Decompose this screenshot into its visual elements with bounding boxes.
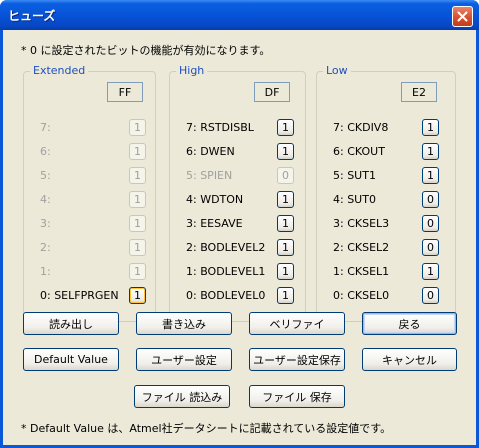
cancel-button[interactable]: キャンセル (362, 348, 457, 371)
fuse-row: 5: 1 (24, 166, 155, 187)
fuse-bit-toggle: 1 (129, 263, 146, 280)
back-button[interactable]: 戻る (362, 312, 457, 335)
fuse-row: 3: EESAVE 1 (170, 214, 305, 235)
file-save-button[interactable]: ファイル 保存 (249, 385, 345, 408)
fuse-bit-label: 6: (40, 145, 51, 158)
user-setting-button[interactable]: ユーザー設定 (136, 348, 232, 371)
fuse-row: 0: CKSEL0 0 (317, 286, 455, 307)
fuse-row: 4: SUT0 0 (317, 190, 455, 211)
fuse-bit-label: 5: SUT1 (333, 169, 376, 182)
fuse-row: 6: 1 (24, 142, 155, 163)
fuse-row: 2: 1 (24, 238, 155, 259)
fuse-bit-toggle[interactable]: 1 (277, 263, 294, 280)
fuse-bit-toggle[interactable]: 1 (422, 263, 439, 280)
close-button[interactable] (452, 6, 473, 27)
fuse-bit-toggle[interactable]: 0 (422, 287, 439, 304)
fuse-bit-label: 1: BODLEVEL1 (186, 265, 266, 278)
file-load-button[interactable]: ファイル 読込み (134, 385, 230, 408)
fuse-row: 3: 1 (24, 214, 155, 235)
fuse-row: 7: CKDIV8 1 (317, 118, 455, 139)
read-button[interactable]: 読み出し (23, 312, 119, 335)
write-button[interactable]: 書き込み (136, 312, 232, 335)
fuse-row: 6: DWEN 1 (170, 142, 305, 163)
fuse-bit-label: 7: (40, 121, 51, 134)
high-group-label: High (176, 64, 208, 77)
fuse-row: 1: CKSEL1 1 (317, 262, 455, 283)
fuse-bit-label: 1: (40, 265, 51, 278)
fuse-bit-label: 4: (40, 193, 51, 206)
fuse-row: 7: 1 (24, 118, 155, 139)
fuse-bit-toggle[interactable]: 1 (422, 119, 439, 136)
low-group: Low E2 7: CKDIV8 1 6: CKOUT 1 5: SUT1 1 4: SUT… (316, 64, 456, 322)
fuse-row: 5: SUT1 1 (317, 166, 455, 187)
fuse-row: 6: CKOUT 1 (317, 142, 455, 163)
fuse-row: 2: BODLEVEL2 1 (170, 238, 305, 259)
fuse-bit-label: 0: CKSEL0 (333, 289, 390, 302)
fuse-bit-label: 7: CKDIV8 (333, 121, 389, 134)
dialog-client-area: * 0 に設定されたビットの機能が有効になります。 Extended FF 7:… (3, 30, 476, 445)
fuse-bit-toggle[interactable]: 0 (422, 239, 439, 256)
fuse-bit-toggle[interactable]: 1 (277, 239, 294, 256)
fuse-bit-label: 4: WDTON (186, 193, 244, 206)
fuse-bit-label: 2: CKSEL2 (333, 241, 390, 254)
fuse-bit-toggle: 0 (277, 167, 294, 184)
bottom-note: * Default Value は、Atmel社データシートに記載されている設定… (21, 422, 392, 435)
fuse-row: 4: 1 (24, 190, 155, 211)
title-bar[interactable]: ヒューズ (0, 0, 479, 30)
fuse-bit-toggle[interactable]: 1 (422, 167, 439, 184)
window-title: ヒューズ (8, 9, 56, 23)
fuse-row: 5: SPIEN 0 (170, 166, 305, 187)
fuse-row: 0: SELFPRGEN 1 (24, 286, 155, 307)
fuse-bit-toggle: 1 (129, 167, 146, 184)
extended-group-label: Extended (30, 64, 89, 77)
fuse-bit-toggle[interactable]: 1 (129, 287, 146, 304)
low-hex-value: E2 (401, 82, 437, 102)
fuse-bit-label: 5: SPIEN (186, 169, 233, 182)
fuse-bit-label: 2: (40, 241, 51, 254)
fuse-bit-label: 5: (40, 169, 51, 182)
fuse-row: 2: CKSEL2 0 (317, 238, 455, 259)
fuse-bit-label: 3: (40, 217, 51, 230)
verify-button[interactable]: ベリファイ (249, 312, 345, 335)
fuse-bit-toggle: 1 (129, 191, 146, 208)
fuse-bit-label: 0: SELFPRGEN (40, 289, 119, 302)
close-icon (457, 11, 468, 22)
fuse-bit-toggle: 1 (129, 119, 146, 136)
fuse-bit-toggle[interactable]: 0 (422, 191, 439, 208)
fuse-row: 7: RSTDISBL 1 (170, 118, 305, 139)
fuse-bit-label: 2: BODLEVEL2 (186, 241, 266, 254)
fuse-bit-label: 0: BODLEVEL0 (186, 289, 266, 302)
low-group-label: Low (323, 64, 351, 77)
fuse-bit-toggle[interactable]: 1 (277, 143, 294, 160)
fuse-bit-label: 7: RSTDISBL (186, 121, 254, 134)
user-setting-save-button[interactable]: ユーザー設定保存 (249, 348, 345, 371)
fuse-bit-toggle[interactable]: 1 (277, 215, 294, 232)
fuse-bit-toggle[interactable]: 0 (422, 215, 439, 232)
fuse-row: 1: BODLEVEL1 1 (170, 262, 305, 283)
high-hex-value: DF (254, 82, 290, 102)
fuse-bit-label: 3: CKSEL3 (333, 217, 390, 230)
fuse-bit-toggle[interactable]: 1 (277, 119, 294, 136)
high-group: High DF 7: RSTDISBL 1 6: DWEN 1 5: SPIEN 0 4: … (169, 64, 306, 322)
fuse-row: 4: WDTON 1 (170, 190, 305, 211)
fuse-bit-toggle[interactable]: 1 (277, 191, 294, 208)
fuse-bit-label: 4: SUT0 (333, 193, 376, 206)
fuse-bit-label: 1: CKSEL1 (333, 265, 390, 278)
fuse-bit-label: 6: DWEN (186, 145, 235, 158)
fuse-bit-toggle: 1 (129, 239, 146, 256)
fuse-row: 0: BODLEVEL0 1 (170, 286, 305, 307)
top-note: * 0 に設定されたビットの機能が有効になります。 (21, 44, 271, 57)
fuse-bit-toggle[interactable]: 1 (277, 287, 294, 304)
fuse-row: 3: CKSEL3 0 (317, 214, 455, 235)
fuse-bit-toggle: 1 (129, 143, 146, 160)
fuse-bit-label: 6: CKOUT (333, 145, 385, 158)
default-value-button[interactable]: Default Value (23, 348, 119, 371)
fuse-bit-toggle[interactable]: 1 (422, 143, 439, 160)
fuse-bit-label: 3: EESAVE (186, 217, 243, 230)
fuse-row: 1: 1 (24, 262, 155, 283)
fuse-bit-toggle: 1 (129, 215, 146, 232)
fuse-dialog-window: ヒューズ * 0 に設定されたビットの機能が有効になります。 Extended … (0, 0, 479, 448)
extended-hex-value: FF (107, 82, 143, 102)
extended-group: Extended FF 7: 1 6: 1 5: 1 4: 1 3: 1 2: 1 1: 1 0: SELF… (23, 64, 156, 322)
